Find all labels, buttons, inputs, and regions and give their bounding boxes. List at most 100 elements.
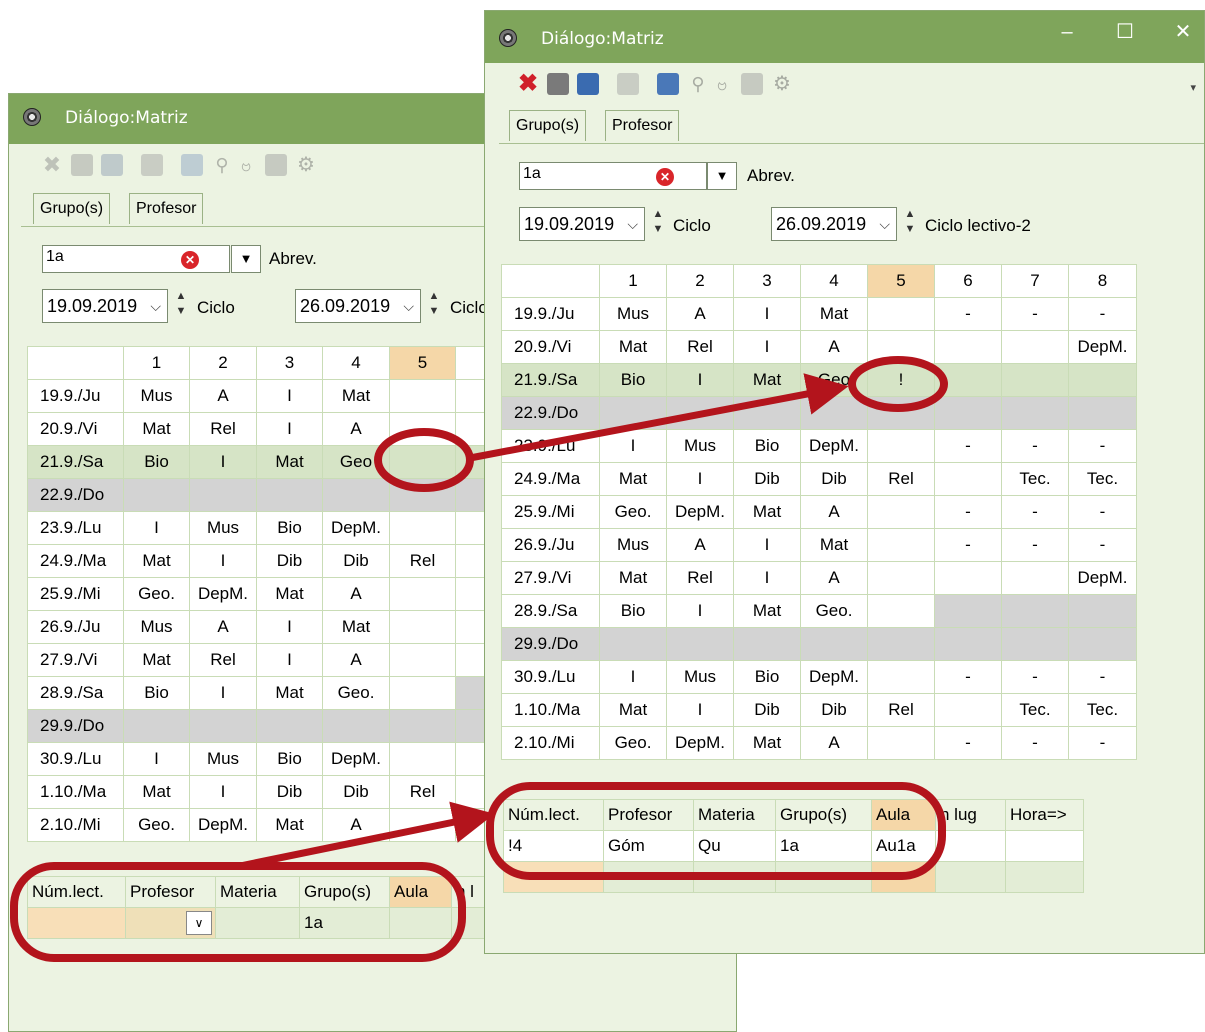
lesson-row[interactable]: ∨ 1a bbox=[27, 907, 548, 939]
day-header-cell[interactable]: 29.9./Do bbox=[501, 627, 600, 661]
lesson-cell[interactable]: I bbox=[256, 643, 323, 677]
lesson-cell[interactable]: Tec. bbox=[1068, 693, 1137, 727]
export-icon[interactable] bbox=[577, 73, 599, 95]
lesson-cell[interactable]: I bbox=[666, 462, 734, 496]
lesson-cell[interactable]: A bbox=[800, 561, 868, 595]
lesson-cell[interactable] bbox=[867, 726, 935, 760]
lesson-cell[interactable] bbox=[867, 396, 935, 430]
chevron-down-icon[interactable]: ⌵ bbox=[627, 208, 638, 240]
day-header-cell[interactable]: 19.9./Ju bbox=[501, 297, 600, 331]
lesson-cell[interactable]: Rel bbox=[867, 462, 935, 496]
lesson-cell[interactable]: Mus bbox=[123, 610, 190, 644]
tab-grupos[interactable]: Grupo(s) bbox=[33, 193, 111, 224]
lock-icon[interactable] bbox=[265, 154, 287, 176]
lesson-cell[interactable]: Mat bbox=[322, 610, 390, 644]
lesson-cell[interactable] bbox=[389, 412, 456, 446]
lesson-cell[interactable] bbox=[1001, 627, 1069, 661]
lesson-cell[interactable]: A bbox=[666, 528, 734, 562]
day-header-cell[interactable]: 19.9./Ju bbox=[27, 379, 124, 413]
lesson-cell[interactable] bbox=[189, 709, 257, 743]
chevron-down-icon[interactable]: ⌵ bbox=[150, 290, 161, 322]
lesson-cell[interactable] bbox=[934, 627, 1002, 661]
lesson-cell[interactable]: - bbox=[1068, 726, 1137, 760]
lesson-cell[interactable] bbox=[1001, 330, 1069, 364]
lesson-empty-cell[interactable] bbox=[603, 861, 694, 893]
hour-header-cell[interactable]: 1 bbox=[599, 264, 667, 298]
lesson-cell[interactable]: Mat bbox=[733, 726, 801, 760]
lesson-cell[interactable]: Bio bbox=[599, 594, 667, 628]
lesson-cell[interactable]: Mat bbox=[800, 528, 868, 562]
lesson-cell[interactable]: I bbox=[666, 594, 734, 628]
lesson-cell[interactable]: I bbox=[189, 445, 257, 479]
front-titlebar[interactable]: Diálogo:Matriz – ☐ ✕ bbox=[485, 11, 1204, 63]
lesson-empty-cell[interactable] bbox=[871, 861, 936, 893]
lesson-cell[interactable]: - bbox=[1068, 297, 1137, 331]
hour-header-cell[interactable]: 4 bbox=[800, 264, 868, 298]
filter-icon[interactable] bbox=[617, 73, 639, 95]
lesson-column-header[interactable]: Núm.lect. bbox=[27, 876, 126, 908]
lesson-cell[interactable]: - bbox=[1001, 726, 1069, 760]
hour-header-cell[interactable]: 6 bbox=[934, 264, 1002, 298]
lesson-cell[interactable]: I bbox=[256, 379, 323, 413]
gear-icon[interactable]: ⚙ bbox=[295, 154, 317, 176]
lesson-cell[interactable]: A bbox=[800, 726, 868, 760]
day-header-cell[interactable]: 2.10./Mi bbox=[27, 808, 124, 842]
day-header-cell[interactable]: 22.9./Do bbox=[501, 396, 600, 430]
lesson-cell[interactable]: I bbox=[666, 363, 734, 397]
lesson-row[interactable]: !4 Góm Qu 1a Au1a bbox=[503, 830, 1084, 862]
lesson-cell[interactable]: Rel bbox=[666, 330, 734, 364]
lesson-cell[interactable]: I bbox=[599, 660, 667, 694]
lesson-cell[interactable] bbox=[666, 627, 734, 661]
lesson-cell[interactable]: Geo bbox=[800, 363, 868, 397]
lesson-empty-cell[interactable] bbox=[775, 861, 872, 893]
lesson-cell[interactable] bbox=[322, 478, 390, 512]
lesson-column-header[interactable]: Aula bbox=[871, 799, 936, 831]
lesson-value-cell[interactable]: !4 bbox=[503, 830, 604, 862]
search-icon[interactable]: ⚲ bbox=[211, 154, 233, 176]
day-header-cell[interactable]: 27.9./Vi bbox=[27, 643, 124, 677]
lesson-value-cell[interactable]: ∨ bbox=[125, 907, 216, 939]
lesson-cell[interactable]: A bbox=[322, 577, 390, 611]
people-icon[interactable]: ဗ bbox=[711, 73, 733, 95]
lesson-cell[interactable]: Dib bbox=[733, 462, 801, 496]
delete-icon[interactable]: ✖ bbox=[517, 72, 539, 96]
day-header-cell[interactable]: 23.9./Lu bbox=[27, 511, 124, 545]
maximize-icon[interactable]: ☐ bbox=[1105, 15, 1145, 49]
tab-grupos[interactable]: Grupo(s) bbox=[509, 110, 587, 141]
lesson-value-cell[interactable] bbox=[215, 907, 300, 939]
minimize-icon[interactable]: – bbox=[1047, 15, 1087, 49]
lesson-column-header[interactable]: Grupo(s) bbox=[775, 799, 872, 831]
lesson-cell[interactable] bbox=[800, 627, 868, 661]
lesson-cell[interactable]: Bio bbox=[733, 429, 801, 463]
lesson-cell[interactable]: Geo. bbox=[322, 676, 390, 710]
lesson-cell[interactable] bbox=[934, 561, 1002, 595]
lesson-cell[interactable]: Mat bbox=[123, 412, 190, 446]
lesson-cell[interactable]: DepM. bbox=[189, 808, 257, 842]
lesson-cell[interactable]: Mat bbox=[733, 594, 801, 628]
clear-icon[interactable]: ✕ bbox=[181, 251, 199, 269]
lesson-cell[interactable]: - bbox=[934, 660, 1002, 694]
lesson-cell[interactable]: I bbox=[733, 297, 801, 331]
lesson-cell[interactable]: Mus bbox=[189, 511, 257, 545]
lesson-cell[interactable] bbox=[389, 676, 456, 710]
lesson-cell[interactable]: Geo. bbox=[599, 726, 667, 760]
hour-header-cell[interactable]: 4 bbox=[322, 346, 390, 380]
lesson-cell[interactable]: Mus bbox=[189, 742, 257, 776]
lesson-cell[interactable]: A bbox=[189, 379, 257, 413]
lesson-cell[interactable]: - bbox=[1068, 528, 1137, 562]
lesson-value-cell[interactable] bbox=[935, 830, 1006, 862]
lesson-cell[interactable]: Tec. bbox=[1068, 462, 1137, 496]
lesson-cell[interactable]: I bbox=[123, 742, 190, 776]
lesson-cell[interactable]: Rel bbox=[189, 412, 257, 446]
lesson-cell[interactable]: Mat bbox=[256, 445, 323, 479]
tab-profesor[interactable]: Profesor bbox=[605, 110, 680, 141]
lesson-cell[interactable]: - bbox=[934, 495, 1002, 529]
hour-header-cell[interactable]: 3 bbox=[733, 264, 801, 298]
lesson-cell[interactable]: Mat bbox=[599, 462, 667, 496]
lesson-cell[interactable] bbox=[1001, 594, 1069, 628]
lesson-cell[interactable]: I bbox=[256, 412, 323, 446]
lesson-cell[interactable]: Mat bbox=[123, 775, 190, 809]
lesson-cell[interactable]: Rel bbox=[389, 775, 456, 809]
lesson-cell[interactable]: Bio bbox=[733, 660, 801, 694]
lesson-cell[interactable]: Mat bbox=[256, 676, 323, 710]
